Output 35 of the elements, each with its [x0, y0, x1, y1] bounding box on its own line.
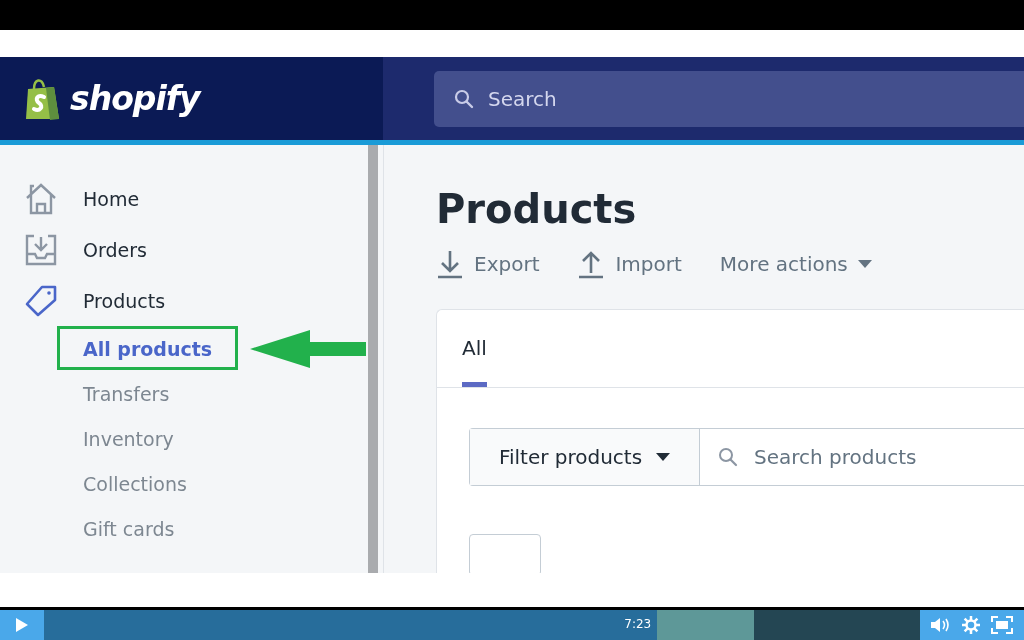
page-title: Products [436, 185, 638, 233]
nav-item[interactable]: Home [24, 173, 368, 224]
filter-dropdown[interactable]: Filter products [470, 429, 700, 485]
play-button[interactable] [0, 610, 44, 640]
settings-icon[interactable] [962, 616, 980, 634]
action-link[interactable]: More actions [719, 252, 872, 276]
nav-subitem[interactable]: All products [83, 337, 213, 360]
tab[interactable]: All [462, 310, 487, 387]
action-link[interactable]: Import [577, 249, 682, 279]
nav-subitem[interactable]: Collections [83, 472, 187, 495]
fullscreen-icon[interactable] [990, 616, 1013, 634]
progress-track[interactable]: 7:23 [44, 610, 920, 640]
caret-icon [857, 260, 872, 268]
time-label: 7:23 [624, 617, 652, 631]
scrollbar[interactable] [368, 145, 378, 573]
volume-icon[interactable] [931, 617, 952, 633]
search-icon [718, 447, 738, 467]
download-icon [436, 249, 464, 279]
nav-subitem[interactable]: Gift cards [83, 517, 175, 540]
nav-subitem[interactable]: Transfers [83, 382, 170, 405]
caret-icon [656, 453, 671, 461]
search-bar[interactable]: Search [434, 70, 1024, 127]
nav-item[interactable]: Products [24, 275, 368, 326]
action-link[interactable]: Export [436, 249, 540, 279]
nav-subitem[interactable]: Inventory [83, 427, 174, 450]
home-icon [24, 181, 58, 216]
tag-icon [24, 283, 58, 318]
inbox-icon [24, 232, 58, 267]
play-icon [16, 618, 28, 632]
search-icon [454, 88, 474, 109]
logo-text: shopify [70, 79, 200, 118]
arrow-icon [250, 330, 366, 368]
shopping-bag-icon [24, 76, 62, 121]
nav-item[interactable]: Orders [24, 224, 368, 275]
upload-icon [577, 249, 606, 279]
